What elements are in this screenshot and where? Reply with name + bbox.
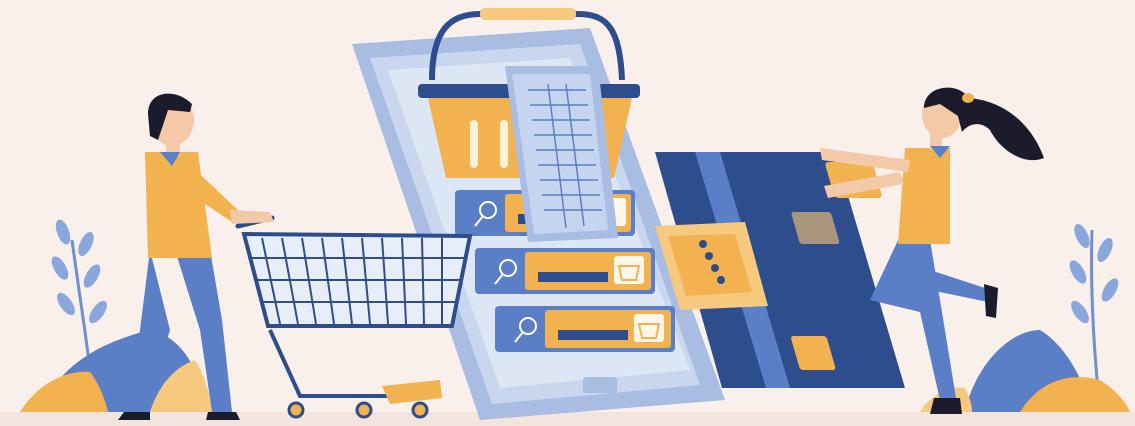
illustration-canvas xyxy=(0,8,1135,426)
shopping-cart xyxy=(235,215,473,419)
product-row-3 xyxy=(495,306,675,352)
ground xyxy=(0,412,1135,426)
home-button xyxy=(583,377,617,393)
online-shopping-illustration xyxy=(0,0,1135,426)
product-row-2 xyxy=(475,248,655,294)
